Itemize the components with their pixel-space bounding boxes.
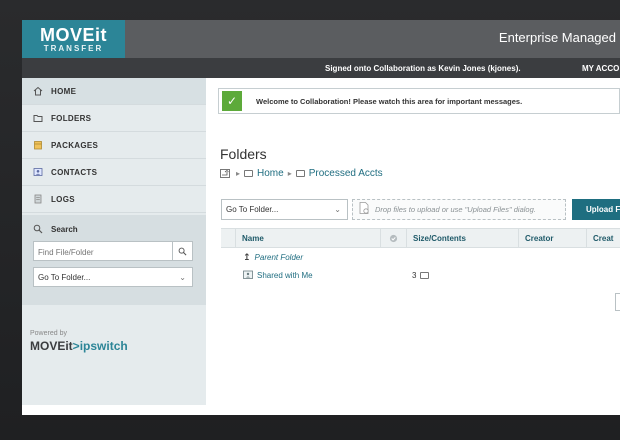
sidebar-item-contacts[interactable]: CONTACTS — [22, 159, 206, 186]
column-header-status[interactable] — [380, 229, 406, 248]
search-heading-label: Search — [51, 224, 78, 234]
find-file-input[interactable] — [34, 243, 170, 262]
sidebar-item-label: CONTACTS — [51, 167, 98, 177]
browser-screen: MOVEit TRANSFER Enterprise Managed Signe… — [22, 20, 620, 415]
logo-sub-text: TRANSFER — [43, 43, 104, 53]
column-header-size[interactable]: Size/Contents — [406, 229, 518, 248]
sidebar-item-logs[interactable]: LOGS — [22, 186, 206, 213]
powered-brand-logo: MOVEit>ipswitch — [30, 339, 128, 353]
table-row[interactable]: Shared with Me 3 — [221, 266, 620, 284]
parent-folder-link[interactable]: Parent Folder — [255, 253, 303, 262]
pagination-button[interactable] — [615, 293, 620, 311]
main-content: ✓ Welcome to Collaboration! Please watch… — [206, 78, 620, 405]
monitor-frame: MOVEit TRANSFER Enterprise Managed Signe… — [0, 0, 620, 440]
logo-main-text: MOVEit — [39, 24, 107, 45]
breadcrumb-separator-icon: ▸ — [287, 169, 292, 178]
column-header-created[interactable]: Creat — [586, 229, 620, 248]
upload-dropzone[interactable]: Drop files to upload or use "Upload File… — [352, 199, 566, 220]
sidebar-item-label: PACKAGES — [51, 140, 99, 150]
goto-folder-select[interactable]: Go To Folder... ⌄ — [221, 199, 348, 220]
breadcrumb-item-processed-accts[interactable]: Processed Accts — [309, 168, 383, 179]
sidebar-item-label: HOME — [51, 86, 77, 96]
breadcrumb-item-home[interactable]: Home — [257, 168, 284, 179]
folder-icon — [295, 170, 305, 177]
search-icon — [178, 247, 187, 255]
folder-count: 3 — [412, 270, 417, 280]
signed-in-text: Signed onto Collaboration as Kevin Jones… — [325, 64, 521, 73]
chevron-down-icon: ⌄ — [334, 205, 341, 214]
sidebar-item-label: FOLDERS — [51, 113, 92, 123]
file-table: Name Size/Contents Creator Creat ↥ Paren… — [221, 228, 620, 284]
welcome-banner: ✓ Welcome to Collaboration! Please watch… — [218, 88, 620, 114]
breadcrumb-separator-icon: ▸ — [236, 169, 241, 178]
file-upload-icon — [359, 201, 369, 219]
powered-by-label: Powered by — [30, 330, 67, 337]
breadcrumb: ▸ Home ▸ Processed Accts — [220, 168, 383, 179]
parent-folder-cell[interactable]: ↥ Parent Folder — [243, 248, 303, 266]
contacts-icon — [33, 167, 43, 177]
powered-brand-separator: > — [72, 339, 80, 353]
sidebar-goto-folder-select[interactable]: Go To Folder... ⌄ — [33, 267, 193, 287]
check-icon: ✓ — [222, 91, 242, 111]
powered-by-block: Powered by MOVEit>ipswitch — [30, 330, 128, 353]
shared-folder-icon — [243, 270, 253, 281]
my-account-link[interactable]: MY ACCO — [582, 64, 619, 73]
sidebar-item-label: LOGS — [51, 194, 75, 204]
folder-icon — [244, 170, 254, 177]
search-panel: Search Go To Folder... ⌄ — [22, 215, 206, 305]
powered-brand-ipswitch: ipswitch — [79, 339, 128, 353]
upload-files-button[interactable]: Upload F — [572, 199, 620, 220]
package-icon — [33, 140, 43, 150]
user-bar: Signed onto Collaboration as Kevin Jones… — [22, 58, 620, 78]
sidebar-goto-folder-value: Go To Folder... — [38, 272, 91, 282]
shared-with-me-link[interactable]: Shared with Me — [257, 271, 313, 280]
status-check-icon — [389, 234, 398, 243]
folder-icon — [33, 113, 43, 123]
dropzone-text: Drop files to upload or use "Upload File… — [375, 205, 536, 214]
top-bar: MOVEit TRANSFER Enterprise Managed — [22, 20, 620, 58]
table-header-select — [221, 229, 235, 248]
table-row[interactable]: ↥ Parent Folder — [221, 248, 620, 266]
folder-icon — [420, 271, 430, 279]
page-title: Folders — [220, 146, 267, 162]
chevron-down-icon: ⌄ — [179, 273, 186, 282]
up-folder-icon[interactable] — [220, 169, 230, 178]
sidebar-item-folders[interactable]: FOLDERS — [22, 105, 206, 132]
arrow-up-icon: ↥ — [243, 251, 251, 262]
goto-folder-value: Go To Folder... — [226, 205, 279, 214]
powered-brand-moveit: MOVEit — [30, 339, 73, 353]
app-title: Enterprise Managed — [498, 30, 616, 45]
sidebar: HOME FOLDERS PACKAGES CONTACTS LOGS Sear… — [22, 78, 206, 405]
shared-folder-cell[interactable]: Shared with Me — [243, 266, 313, 284]
moveit-logo[interactable]: MOVEit TRANSFER — [22, 20, 125, 58]
column-header-creator[interactable]: Creator — [518, 229, 586, 248]
home-icon — [33, 86, 43, 96]
sidebar-item-home[interactable]: HOME — [22, 78, 206, 105]
logs-icon — [33, 194, 43, 204]
find-file-field-wrap — [33, 241, 193, 262]
find-file-search-button[interactable] — [172, 242, 192, 260]
table-header: Name Size/Contents Creator Creat — [221, 228, 620, 248]
column-header-name[interactable]: Name — [235, 229, 380, 248]
sidebar-item-packages[interactable]: PACKAGES — [22, 132, 206, 159]
search-heading: Search — [33, 224, 78, 234]
welcome-message: Welcome to Collaboration! Please watch t… — [256, 96, 523, 106]
search-icon — [33, 224, 43, 234]
size-contents-cell: 3 — [412, 266, 433, 284]
